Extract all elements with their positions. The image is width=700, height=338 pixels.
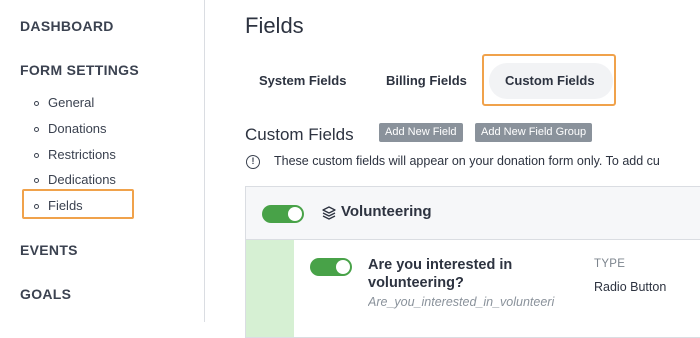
sidebar-item-general[interactable]: General [48,95,94,110]
page-title: Fields [245,13,304,38]
type-header: TYPE [594,258,626,270]
toggle-knob [288,207,302,221]
custom-fields-highlight-box [482,54,616,106]
tab-billing-fields[interactable]: Billing Fields [386,73,467,88]
group-accent-strip [246,240,294,337]
nav-form-settings[interactable]: FORM SETTINGS [20,62,139,78]
tab-system-fields[interactable]: System Fields [259,73,346,88]
layers-icon [322,206,336,220]
bullet-icon [34,127,39,132]
bullet-icon [34,101,39,106]
sidebar-item-dedications[interactable]: Dedications [48,172,116,187]
field-group-header: Volunteering [246,187,700,240]
bullet-icon [34,178,39,183]
nav-events[interactable]: EVENTS [20,242,78,258]
sidebar: DASHBOARD FORM SETTINGS General Donation… [0,0,205,322]
group-name: Volunteering [341,203,432,220]
info-text: These custom fields will appear on your … [274,154,660,168]
main-content: Fields System Fields Billing Fields Cust… [205,0,700,338]
field-key: Are_you_interested_in_volunteeri [368,295,555,309]
sidebar-item-restrictions[interactable]: Restrictions [48,147,116,162]
custom-field-group-panel: Volunteering Are you interested in volun… [245,186,700,338]
fields-highlight-box [22,189,134,219]
field-enabled-toggle[interactable] [310,258,352,276]
bullet-icon [34,153,39,158]
nav-dashboard[interactable]: DASHBOARD [20,18,114,34]
field-label[interactable]: Are you interested in volunteering? [368,256,568,292]
toggle-knob [336,260,350,274]
sidebar-item-donations[interactable]: Donations [48,121,107,136]
group-enabled-toggle[interactable] [262,205,304,223]
info-icon: ! [246,155,260,169]
add-new-field-button[interactable]: Add New Field [379,123,463,142]
add-new-field-group-button[interactable]: Add New Field Group [475,123,593,142]
nav-goals[interactable]: GOALS [20,286,71,302]
section-title: Custom Fields [245,125,354,144]
type-value: Radio Button [594,280,667,294]
